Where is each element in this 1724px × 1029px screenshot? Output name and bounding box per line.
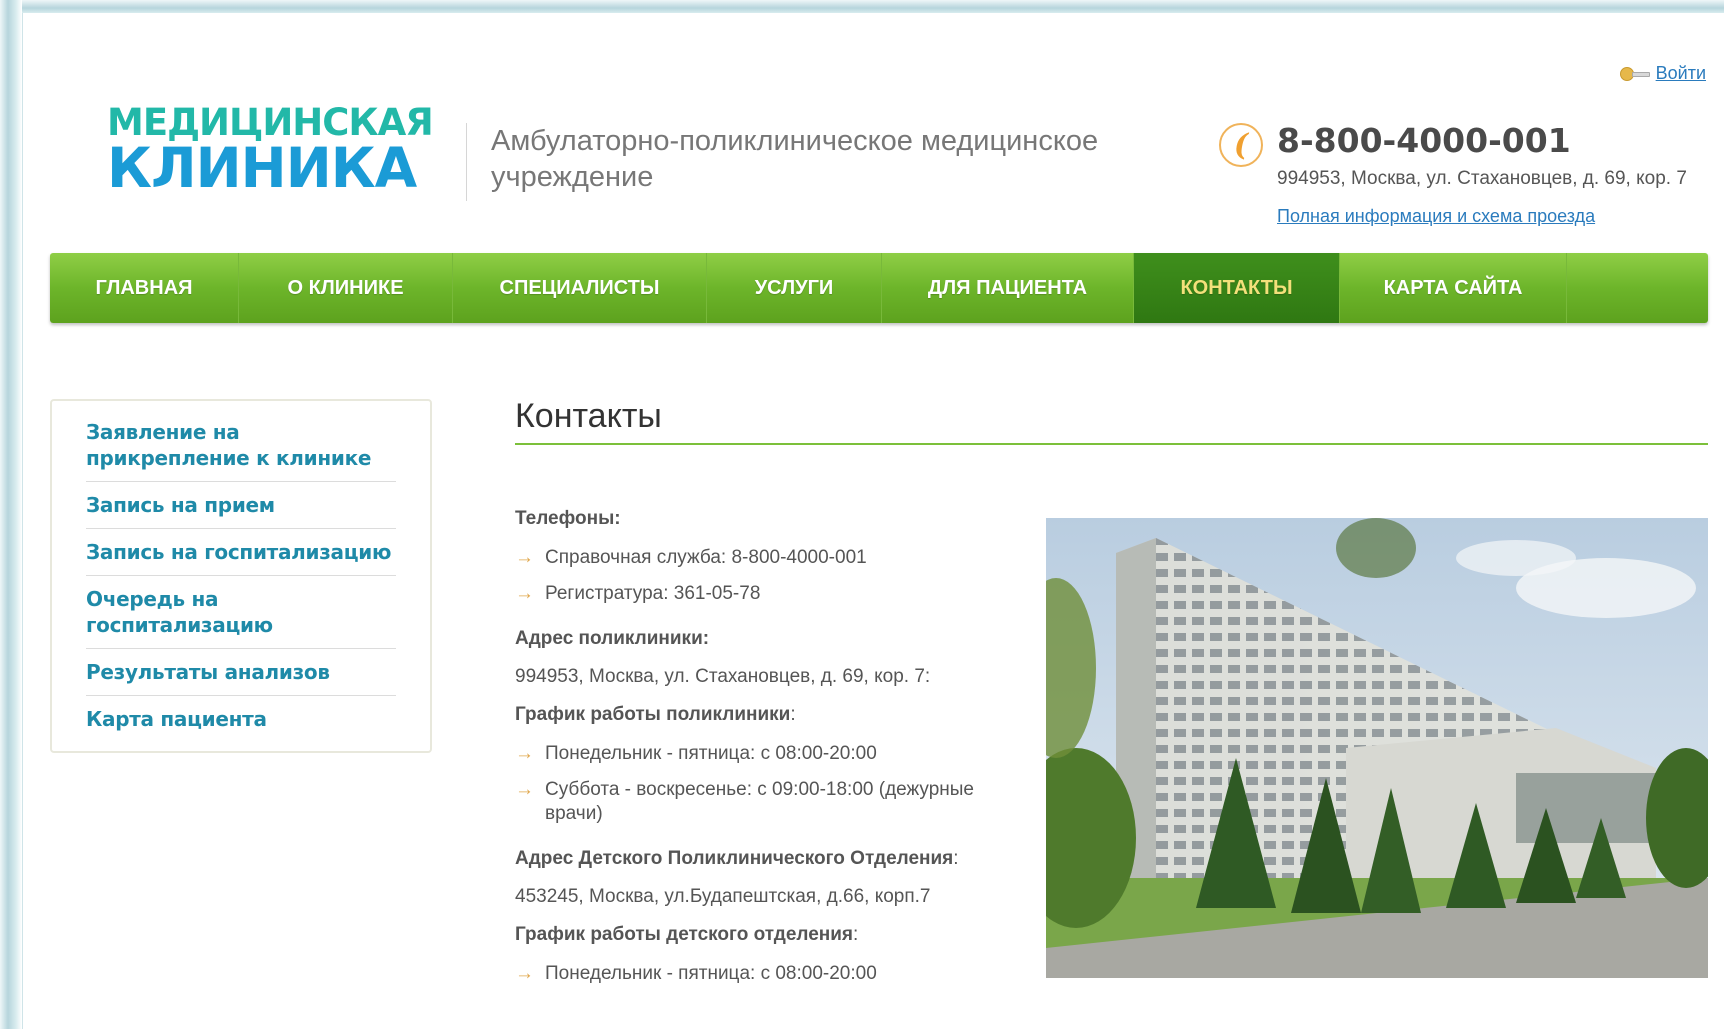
- arrow-right-icon: →: [515, 547, 534, 568]
- children-schedule-weekdays: Понедельник - пятница: с 08:00-20:00: [545, 963, 877, 984]
- nav-item-for-patient[interactable]: ДЛЯ ПАЦИЕНТА: [882, 253, 1134, 323]
- sidebar-item-patient-card[interactable]: Карта пациента: [86, 696, 396, 742]
- clinic-tagline: Амбулаторно-поликлиническое медицинское …: [491, 125, 1099, 193]
- sidebar-item-test-results[interactable]: Результаты анализов: [86, 649, 396, 696]
- title-underline: [515, 443, 1708, 445]
- children-schedule-heading: График работы детского отделения:: [515, 924, 1035, 946]
- arrow-right-icon: →: [515, 743, 534, 764]
- list-item: → Понедельник - пятница: с 08:00-20:00: [515, 742, 1035, 766]
- contacts-info: Телефоны: → Справочная служба: 8-800-400…: [515, 508, 1035, 998]
- schedule-weekend: Суббота - воскресенье: с 09:00-18:00 (де…: [545, 779, 975, 824]
- sidebar-item-appointment[interactable]: Запись на прием: [86, 482, 396, 529]
- phone-registry: Регистратура: 361-05-78: [545, 583, 761, 604]
- clinic-address: 994953, Москва, ул. Стахановцев, д. 69, …: [515, 666, 931, 687]
- list-item: → Понедельник - пятница: с 08:00-20:00: [515, 962, 1035, 986]
- login-label[interactable]: Войти: [1656, 63, 1706, 84]
- list-item: → Регистратура: 361-05-78: [515, 582, 1035, 606]
- nav-item-sitemap[interactable]: КАРТА САЙТА: [1340, 253, 1567, 323]
- login-link[interactable]: Войти: [1619, 63, 1706, 84]
- children-schedule-heading-text: График работы детского отделения: [515, 924, 854, 945]
- nav-item-home[interactable]: ГЛАВНАЯ: [50, 253, 239, 323]
- arrow-right-icon: →: [515, 583, 534, 604]
- nav-item-services[interactable]: УСЛУГИ: [707, 253, 882, 323]
- heading-colon: :: [790, 704, 796, 725]
- header-phone: 8-800-4000-001: [1277, 121, 1571, 160]
- nav-filler: [1567, 253, 1708, 323]
- children-address-heading: Адрес Детского Поликлинического Отделени…: [515, 848, 1035, 870]
- sidebar-item-hospitalization[interactable]: Запись на госпитализацию: [86, 529, 396, 576]
- full-info-link[interactable]: Полная информация и схема проезда: [1277, 206, 1595, 227]
- page: Войти МЕДИЦИНСКАЯ КЛИНИКА Амбулаторно-по…: [22, 13, 1724, 1029]
- list-item: → Справочная служба: 8-800-4000-001: [515, 546, 1035, 570]
- nav-item-about[interactable]: О КЛИНИКЕ: [239, 253, 453, 323]
- nav-item-contacts[interactable]: КОНТАКТЫ: [1134, 253, 1340, 323]
- phone-reference: Справочная служба: 8-800-4000-001: [545, 547, 867, 568]
- clinic-building-photo: [1046, 518, 1708, 978]
- phones-heading: Телефоны:: [515, 508, 621, 529]
- clinic-schedule-heading: График работы поликлиники:: [515, 704, 1035, 726]
- header-address: 994953, Москва, ул. Стахановцев, д. 69, …: [1277, 168, 1687, 189]
- main-nav: ГЛАВНАЯ О КЛИНИКЕ СПЕЦИАЛИСТЫ УСЛУГИ ДЛЯ…: [50, 253, 1708, 323]
- arrow-right-icon: →: [515, 779, 534, 800]
- sidebar-menu: Заявление на прикрепление к клинике Запи…: [50, 399, 432, 753]
- arrow-right-icon: →: [515, 963, 534, 984]
- key-icon: [1619, 66, 1650, 81]
- heading-colon: :: [953, 848, 959, 869]
- header-divider: [466, 123, 467, 201]
- sidebar-item-hospitalization-queue[interactable]: Очередь на госпитализацию: [86, 576, 396, 649]
- clinic-schedule-heading-text: График работы поликлиники: [515, 704, 791, 725]
- phone-icon: (: [1219, 123, 1263, 167]
- window-frame-left: [0, 0, 22, 1029]
- page-title: Контакты: [515, 397, 662, 435]
- nav-item-specialists[interactable]: СПЕЦИАЛИСТЫ: [453, 253, 707, 323]
- schedule-weekdays: Понедельник - пятница: с 08:00-20:00: [545, 743, 877, 764]
- children-address-heading-text: Адрес Детского Поликлинического Отделени…: [515, 848, 954, 869]
- clinic-logo[interactable]: МЕДИЦИНСКАЯ КЛИНИКА: [107, 101, 434, 201]
- logo-line-2: КЛИНИКА: [107, 136, 417, 201]
- children-address: 453245, Москва, ул.Будапештская, д.66, к…: [515, 886, 931, 907]
- heading-colon: :: [853, 924, 859, 945]
- list-item: → Суббота - воскресенье: с 09:00-18:00 (…: [515, 778, 1035, 826]
- sidebar-item-attachment-application[interactable]: Заявление на прикрепление к клинике: [86, 409, 396, 482]
- clinic-address-heading: Адрес поликлиники:: [515, 628, 710, 649]
- window-frame-top: [0, 0, 1724, 13]
- logo-line-1: МЕДИЦИНСКАЯ: [107, 101, 434, 144]
